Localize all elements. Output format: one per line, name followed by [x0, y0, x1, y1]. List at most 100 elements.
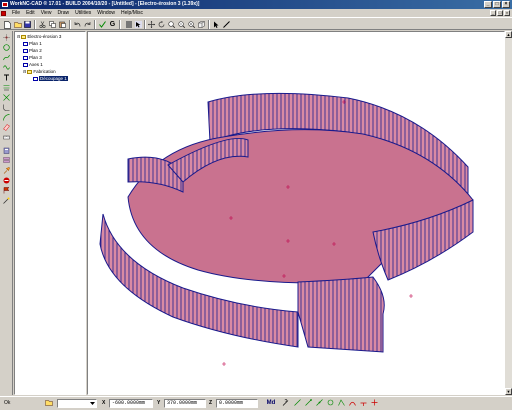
open-folder-icon[interactable] [44, 399, 54, 408]
circle-icon[interactable] [2, 43, 11, 52]
arc-icon[interactable] [2, 113, 11, 122]
scroll-up-icon[interactable]: ▲ [505, 31, 512, 38]
menu-edit[interactable]: Edit [23, 10, 38, 16]
tool-icon[interactable] [2, 166, 11, 175]
tree-item-label: Plan 1 [29, 41, 42, 46]
z-label: Z [209, 400, 213, 406]
help-icon[interactable]: ? [280, 399, 290, 408]
tree-item-axes-1[interactable]: Axes 1 [23, 62, 43, 67]
menu-window[interactable]: Window [94, 10, 118, 16]
y-coordinate-field[interactable]: 370.0000mm [164, 399, 206, 408]
menu-view[interactable]: View [38, 10, 55, 16]
snap-mid-icon[interactable] [314, 399, 324, 408]
select-icon[interactable] [134, 20, 143, 29]
delete-icon[interactable] [2, 176, 11, 185]
snap-grid-icon[interactable] [336, 399, 346, 408]
toolpath-icon [33, 76, 38, 81]
spline-icon[interactable] [2, 63, 11, 72]
tree-item-plan-2[interactable]: Plan 2 [23, 48, 42, 53]
folder-icon [27, 69, 33, 74]
offset-icon[interactable] [2, 83, 11, 92]
snap-end-icon[interactable] [303, 399, 313, 408]
cut-icon[interactable] [38, 20, 47, 29]
checkmark-icon[interactable] [98, 20, 107, 29]
tree-item-decoupage-1[interactable]: Découpage 1 [33, 76, 68, 81]
menu-file[interactable]: File [9, 10, 23, 16]
open-file-icon[interactable] [13, 20, 22, 29]
plane-icon [23, 48, 28, 53]
doc-close-button[interactable]: × [504, 10, 510, 16]
tree-item-plan-1[interactable]: Plan 1 [23, 41, 42, 46]
maximize-button[interactable]: □ [493, 1, 501, 8]
menu-draw[interactable]: Draw [54, 10, 72, 16]
status-bar: Ok X -600.0000mm Y 370.0000mm Z 0.0000mm… [0, 396, 512, 410]
wand-icon[interactable] [2, 196, 11, 205]
layer-select[interactable] [57, 399, 97, 408]
snap-center-icon[interactable] [325, 399, 335, 408]
new-file-icon[interactable] [3, 20, 12, 29]
mode-button[interactable]: Md [265, 399, 277, 408]
zoom-all-icon[interactable] [187, 20, 196, 29]
text-icon[interactable] [2, 73, 11, 82]
close-button[interactable]: × [502, 1, 510, 8]
undo-icon[interactable] [73, 20, 82, 29]
paste-icon[interactable] [58, 20, 67, 29]
tree-item-root[interactable]: ⊟ Electro-érosion 3 [17, 34, 61, 39]
doc-minimize-button[interactable]: _ [490, 10, 496, 16]
stack-icon[interactable] [2, 156, 11, 165]
point-icon[interactable] [2, 33, 11, 42]
tree-item-label: Découpage 1 [39, 76, 68, 81]
tree-item-label: Plan 3 [29, 55, 42, 60]
arc-tool-icon[interactable] [347, 399, 357, 408]
g-icon[interactable]: G [108, 20, 117, 29]
menu-bar: File Edit View Draw Utilities Window Hel… [0, 9, 512, 17]
surface-icon[interactable] [2, 123, 11, 132]
document-icon[interactable] [1, 10, 6, 16]
x-label: X [102, 400, 106, 406]
color-swatch-icon[interactable] [124, 20, 133, 29]
tree-item-label: Axes 1 [29, 62, 43, 67]
svg-text:?: ? [284, 399, 287, 405]
fillet-icon[interactable] [2, 103, 11, 112]
trim-icon[interactable] [2, 93, 11, 102]
left-toolbar [0, 31, 13, 395]
folder-icon [21, 34, 27, 39]
tree-item-plan-3[interactable]: Plan 3 [23, 55, 42, 60]
x-coordinate-field[interactable]: -600.0000mm [109, 399, 153, 408]
flag-icon[interactable] [2, 186, 11, 195]
menu-utilities[interactable]: Utilities [72, 10, 94, 16]
crosshair-icon[interactable] [369, 399, 379, 408]
notch-front-wall [297, 276, 385, 353]
box-view-icon[interactable] [197, 20, 206, 29]
3d-model-canvas[interactable] [88, 32, 505, 395]
plane-icon [23, 55, 28, 60]
zoom-in-icon[interactable] [167, 20, 176, 29]
scroll-down-icon[interactable]: ▼ [505, 388, 512, 395]
measure-icon[interactable] [2, 133, 11, 142]
z-coordinate-field[interactable]: 0.0000mm [216, 399, 258, 408]
curve-icon[interactable] [2, 53, 11, 62]
tree-item-label: Electro-érosion 3 [27, 34, 62, 39]
menu-help[interactable]: Help/Misc [118, 10, 146, 16]
window-title: WorkNC-CAD ® 17.01 - BUILD 2004/10/20 - … [10, 1, 200, 7]
rotate-icon[interactable] [157, 20, 166, 29]
3d-viewport[interactable] [87, 31, 505, 395]
select-arrow-icon[interactable] [212, 20, 221, 29]
copy-icon[interactable] [48, 20, 57, 29]
line-tool-icon[interactable] [358, 399, 368, 408]
pan-icon[interactable] [147, 20, 156, 29]
redo-icon[interactable] [83, 20, 92, 29]
line-icon[interactable] [222, 20, 231, 29]
app-icon[interactable] [2, 2, 8, 7]
save-icon[interactable] [23, 20, 32, 29]
layer-icon[interactable] [2, 146, 11, 155]
window-title-bar: WorkNC-CAD ® 17.01 - BUILD 2004/10/20 - … [0, 0, 512, 9]
vertical-scrollbar[interactable]: ▲ ▼ [505, 31, 512, 395]
tree-item-fabrication[interactable]: ⊟ Fabrication [23, 69, 56, 74]
tree-item-label: Plan 2 [29, 48, 42, 53]
doc-restore-button[interactable]: □ [497, 10, 503, 16]
snap-icon[interactable] [292, 399, 302, 408]
zoom-window-icon[interactable] [177, 20, 186, 29]
minimize-button[interactable]: _ [484, 1, 492, 8]
y-label: Y [157, 400, 161, 406]
